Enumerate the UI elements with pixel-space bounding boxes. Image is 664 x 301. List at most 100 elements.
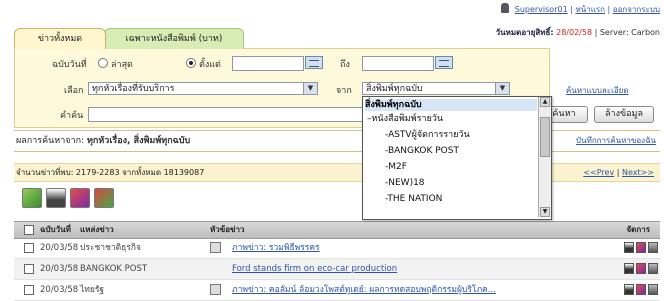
dropdown-option-label: BANGKOK POST	[387, 146, 459, 156]
row-date: 20/03/58	[40, 243, 79, 253]
prev-link[interactable]: <<Prev	[583, 168, 614, 177]
source-select[interactable]: สิ่งพิมพ์ทุกฉบับ ▼	[362, 82, 510, 95]
image-icon	[210, 284, 221, 295]
date-label: ฉบับวันที่	[52, 60, 87, 70]
radio-latest-label: ล่าสุด	[111, 60, 133, 70]
row-title-link[interactable]: ภาพข่าว: คอลัมน์ ล้อมวงโพสต์ทูเดย์: ผลกา…	[232, 280, 496, 300]
dropdown-option-label: ASTVผู้จัดการรายวัน	[388, 130, 470, 140]
result-value: ทุกหัวเรื่อง, สิ่งพิมพ์ทุกฉบับ	[86, 136, 191, 146]
radio-range[interactable]: ตั้งแต่	[186, 57, 221, 71]
export-icon[interactable]	[636, 242, 646, 253]
dropdown-scrollbar[interactable]: ▲ ▼	[538, 97, 551, 217]
calendar-to-icon[interactable]	[435, 56, 453, 69]
tab-all-news[interactable]: ข่าวทั้งหมด	[14, 28, 106, 49]
user-links: Supervisor01 | หน้าแรก | ออกจากระบบ	[430, 3, 660, 16]
dropdown-option-label: หนังสือพิมพ์รายวัน	[371, 114, 444, 124]
row-checkbox[interactable]	[24, 285, 34, 295]
table-row[interactable]: 20/03/58 ไทยรัฐ ภาพข่าว: คอลัมน์ ล้อมวงโ…	[14, 280, 660, 301]
table-row[interactable]: 20/03/58 ประชาชาติธุรกิจ ภาพข่าว: รวมพิธ…	[14, 238, 660, 259]
source-dropdown-list[interactable]: สิ่งพิมพ์ทุกฉบับ –หนังสือพิมพ์รายวัน -AS…	[362, 96, 552, 220]
advanced-search-link[interactable]: ค้นหาแบบละเอียด	[566, 84, 629, 97]
keyword-label: คำค้น	[60, 111, 84, 121]
print-icon[interactable]	[624, 263, 634, 274]
radio-latest-circle[interactable]	[98, 58, 108, 68]
radio-latest[interactable]: ล่าสุด	[98, 57, 133, 71]
mail-icon[interactable]	[94, 188, 114, 208]
user-link[interactable]: Supervisor01	[515, 5, 568, 14]
row-checkbox[interactable]	[24, 264, 34, 274]
result-label: ผลการค้นหาจาก:	[16, 136, 85, 146]
print-icon[interactable]	[624, 284, 634, 295]
count-bar: จำนวนข่าวที่พบ: 2179-2283 จากทั้งหมด 181…	[14, 163, 660, 182]
row-date: 20/03/58	[40, 285, 79, 295]
print-icon[interactable]	[46, 188, 66, 208]
dropdown-option[interactable]: -BANGKOK POST	[385, 145, 459, 157]
row-title-link[interactable]: ภาพข่าว: รวมพิธีพรรคร	[232, 238, 320, 258]
dropdown-option-label: M2F	[388, 162, 407, 172]
server-label: Server: Carbon	[599, 28, 660, 37]
dropdown-option[interactable]: -ASTVผู้จัดการรายวัน	[385, 129, 470, 141]
image-icon	[210, 242, 221, 253]
result-bar: ผลการค้นหาจาก: ทุกหัวเรื่อง, สิ่งพิมพ์ทุ…	[14, 130, 660, 152]
row-title-link[interactable]: Ford stands firm on eco-car production	[232, 259, 397, 279]
table-header: ฉบับวันที่ แหล่งข่าว หัวข้อข่าว จัดการ	[14, 221, 660, 239]
radio-range-circle[interactable]	[186, 58, 196, 68]
export-icon[interactable]	[636, 263, 646, 274]
export-icon[interactable]	[70, 188, 90, 208]
reset-button[interactable]: ล้างข้อมูล	[594, 106, 654, 123]
tab-all-news-label: ข่าวทั้งหมด	[37, 34, 83, 44]
row-source: ประชาชาติธุรกิจ	[80, 243, 142, 253]
dropdown-option-label: THE NATION	[387, 194, 443, 204]
row-source: ไทยรัฐ	[80, 285, 105, 295]
dropdown-option[interactable]: –หนังสือพิมพ์รายวัน	[367, 113, 443, 125]
radio-range-label: ตั้งแต่	[199, 60, 221, 70]
scroll-thumb[interactable]	[540, 117, 550, 157]
topic-select-value: ทุกหัวเรื่องที่รับบริการ	[92, 84, 175, 94]
dropdown-option[interactable]: -THE NATION	[385, 193, 442, 205]
header-title: หัวข้อข่าว	[210, 225, 245, 234]
delete-icon[interactable]	[648, 242, 658, 253]
chevron-down-icon[interactable]: ▼	[495, 83, 509, 94]
dropdown-option[interactable]: สิ่งพิมพ์ทุกฉบับ	[365, 99, 537, 111]
dropdown-option-label: NEW)18	[388, 178, 425, 188]
date-from-input[interactable]	[232, 56, 304, 71]
header-date: ฉบับวันที่	[40, 225, 71, 234]
dropdown-option[interactable]: -M2F	[385, 161, 407, 173]
print-icon[interactable]	[624, 242, 634, 253]
expiry-row: วันหมดอายุสิทธิ์: 28/02/58 | Server: Car…	[495, 28, 660, 37]
delete-icon[interactable]	[648, 284, 658, 295]
select-label: เลือก	[64, 86, 84, 96]
next-link[interactable]: Next>>	[622, 168, 654, 177]
calendar-from-icon[interactable]	[305, 56, 323, 69]
from-label: จาก	[336, 86, 352, 96]
home-link[interactable]: หน้าแรก	[575, 5, 605, 14]
tab-newspaper-label: เฉพาะหนังสือพิมพ์ (บาท)	[125, 34, 223, 44]
user-icon	[501, 3, 510, 13]
logout-link[interactable]: ออกจากระบบ	[613, 5, 660, 14]
source-select-value: สิ่งพิมพ์ทุกฉบับ	[366, 84, 423, 94]
tab-newspaper[interactable]: เฉพาะหนังสือพิมพ์ (บาท)	[104, 28, 244, 49]
scroll-up-icon[interactable]: ▲	[540, 97, 550, 107]
expiry-date: 28/02/58	[556, 28, 593, 37]
table-row[interactable]: 20/03/58 BANGKOK POST Ford stands firm o…	[14, 259, 660, 280]
expiry-label: วันหมดอายุสิทธิ์:	[495, 28, 554, 37]
row-date: 20/03/58	[40, 264, 79, 274]
select-all-checkbox[interactable]	[24, 225, 34, 235]
save-search-link[interactable]: บันทึกการค้นหาของฉัน	[576, 131, 656, 151]
dropdown-option[interactable]: -NEW)18	[385, 177, 425, 189]
row-checkbox[interactable]	[24, 243, 34, 253]
topbar: Supervisor01 | หน้าแรก | ออกจากระบบ วันห…	[430, 3, 660, 37]
export-icon[interactable]	[636, 284, 646, 295]
chevron-down-icon[interactable]: ▼	[303, 83, 317, 94]
topic-select[interactable]: ทุกหัวเรื่องที่รับบริการ ▼	[88, 82, 318, 95]
date-to-input[interactable]	[362, 56, 434, 71]
header-source: แหล่งข่าว	[80, 225, 114, 234]
count-text: จำนวนข่าวที่พบ: 2179-2283 จากทั้งหมด 181…	[16, 168, 205, 177]
to-label: ถึง	[340, 60, 350, 70]
keyword-input[interactable]	[88, 107, 370, 122]
folder-add-icon[interactable]	[22, 188, 42, 208]
delete-icon[interactable]	[648, 263, 658, 274]
header-actions: จัดการ	[626, 225, 650, 234]
row-source: BANGKOK POST	[80, 264, 148, 274]
scroll-down-icon[interactable]: ▼	[540, 207, 550, 217]
